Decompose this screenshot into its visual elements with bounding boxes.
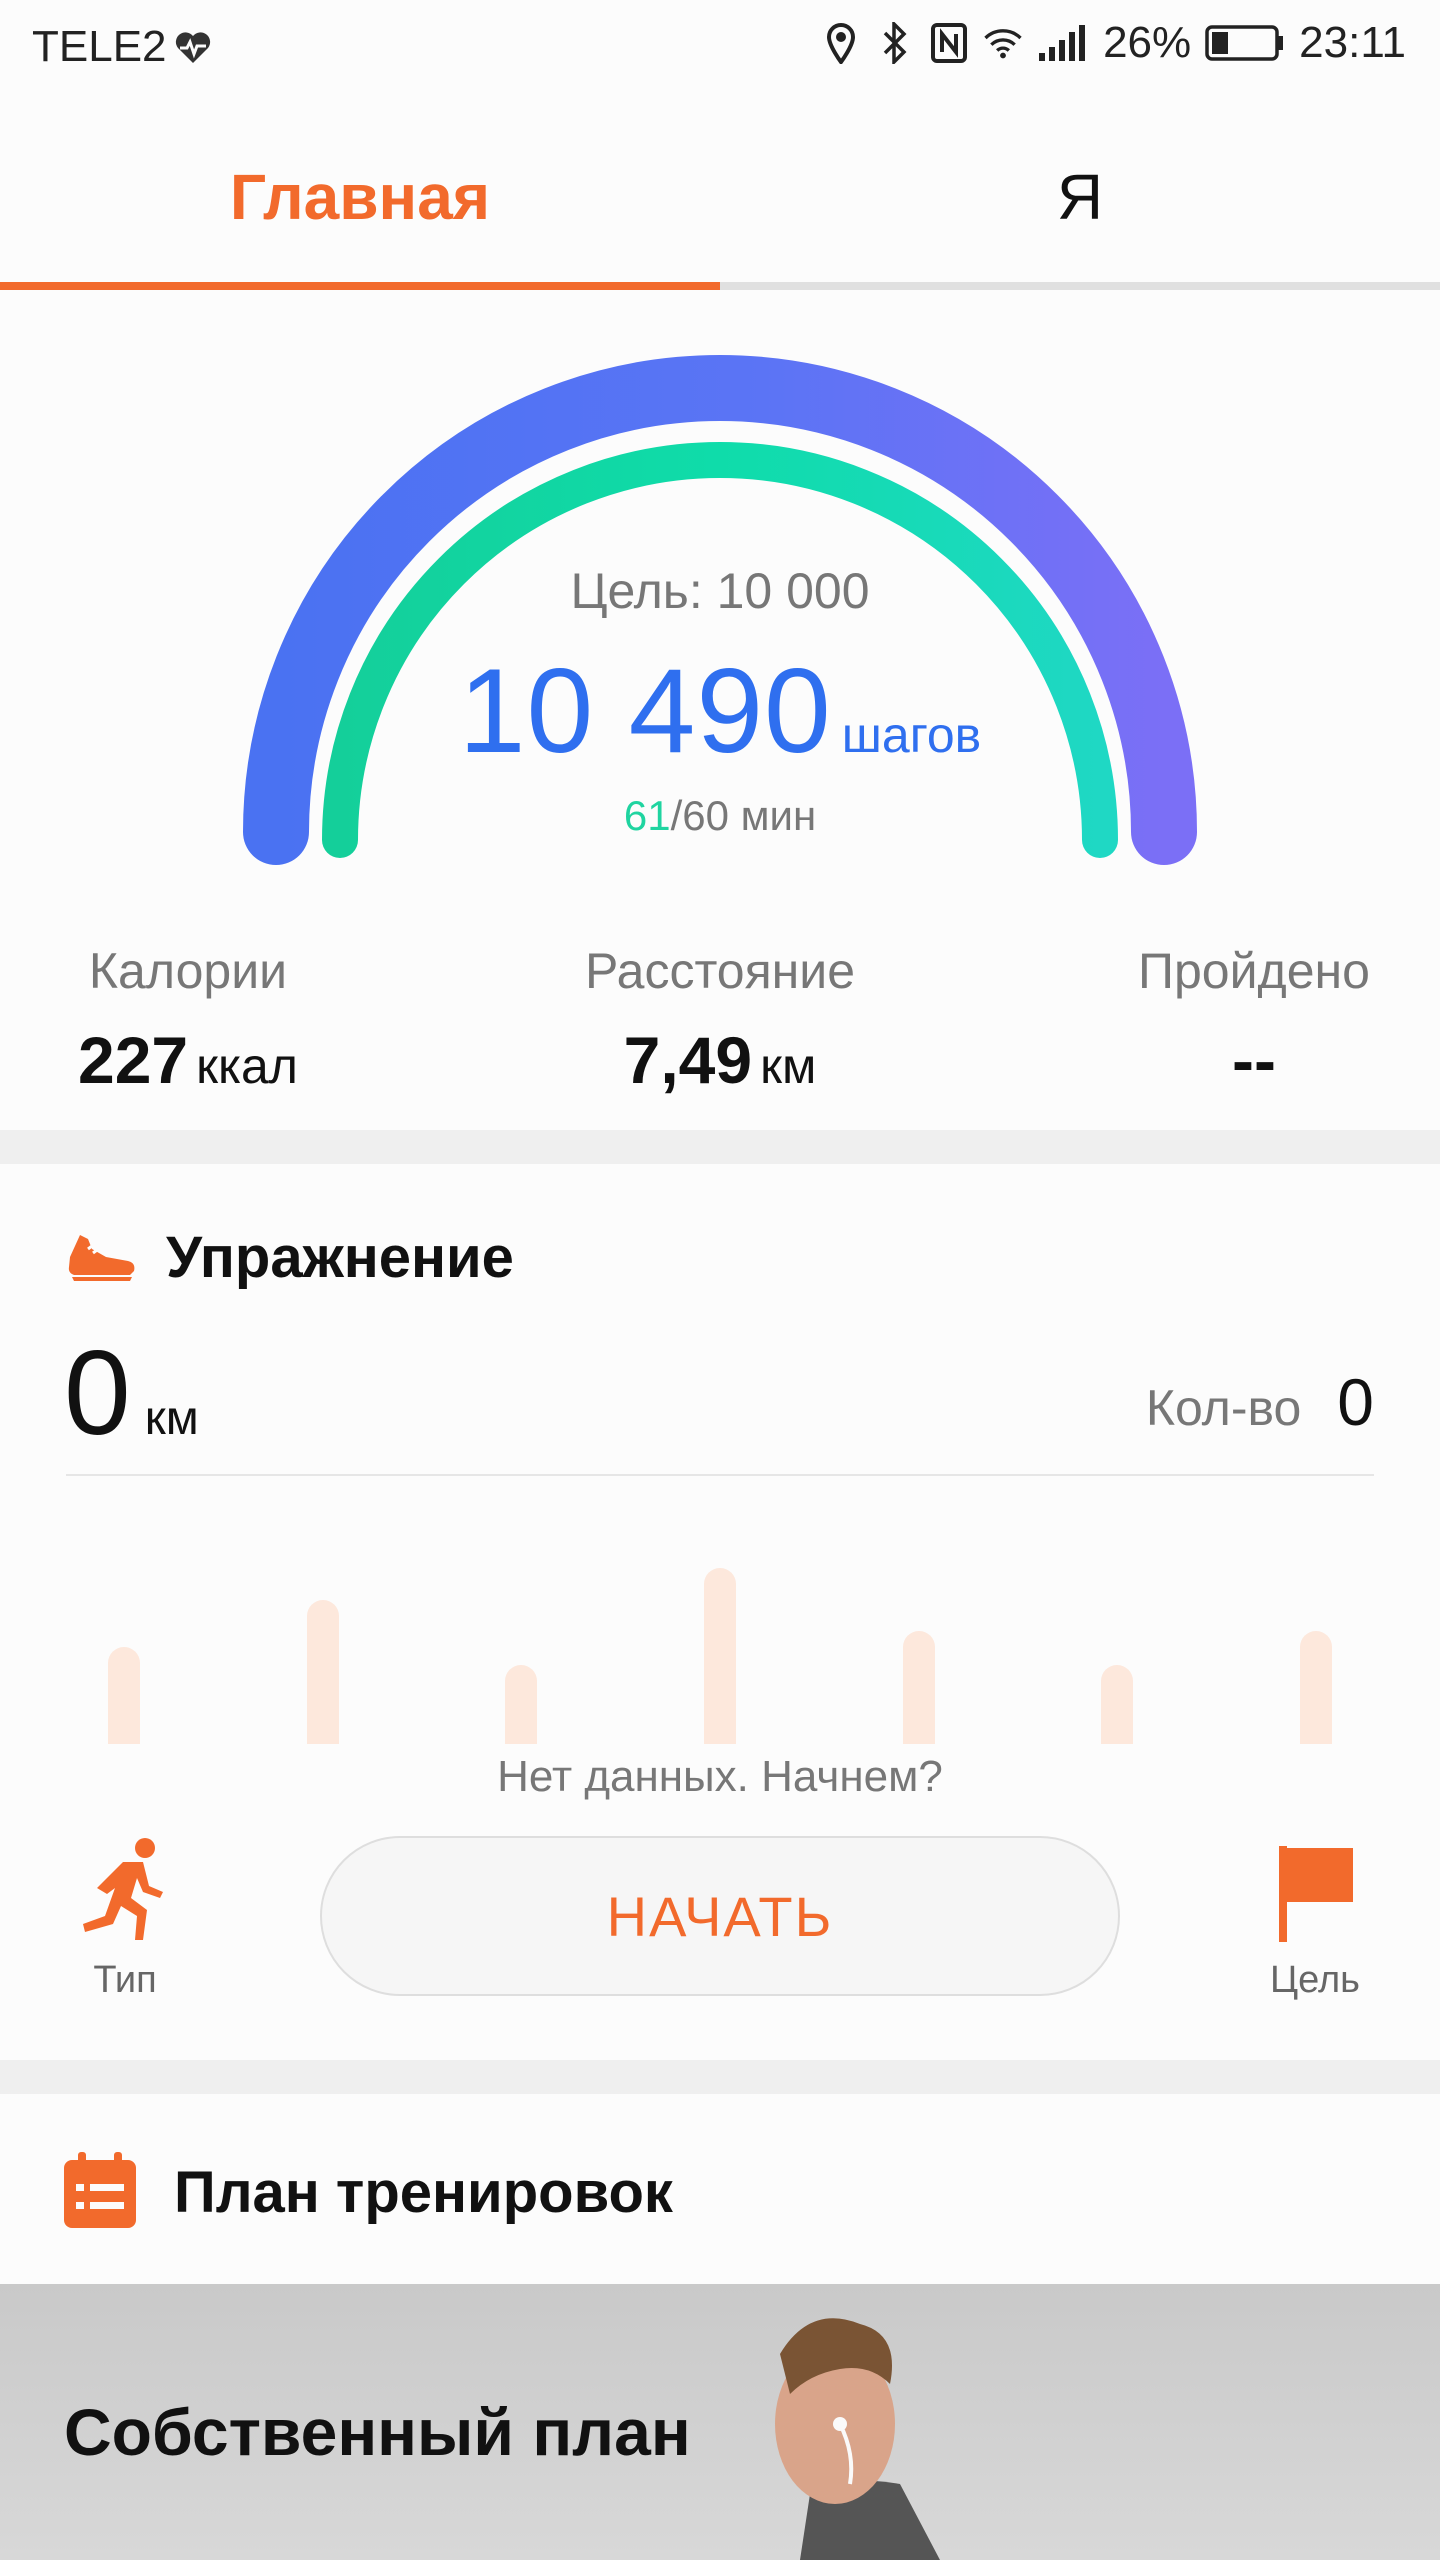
bluetooth-icon [875,20,915,66]
carrier-name: TELE2 [32,22,167,71]
tab-bar: Главная Я [0,100,1440,292]
exercise-goal-button[interactable]: Цель [1250,1836,1380,2002]
tab-indicator [0,282,720,290]
active-minutes-goal: /60 мин [670,792,817,839]
exercise-count-label: Кол-во [1145,1380,1302,1436]
steps-card[interactable]: Цель: 10 000 10 490 шагов 61/60 мин Калор… [0,292,1440,1130]
placeholder-bar [1101,1665,1133,1744]
exercise-header[interactable]: Упражнение [66,1224,514,1291]
calendar-icon [62,2150,138,2235]
training-plan-header: План тренировок [62,2150,673,2235]
custom-plan-banner[interactable]: Собственный план [0,2284,1440,2560]
stat-label: Калории [88,943,288,999]
stat-value: 7,49 км [520,1022,920,1098]
location-icon [821,20,861,66]
distance-value: 7,49 [623,1023,753,1097]
exercise-type-label: Тип [93,1959,157,2001]
stat-value: 227 ккал [0,1022,388,1098]
training-plan-card[interactable]: План тренировок [0,2094,1440,2284]
runner-photo [775,2318,940,2560]
steps-count: 10 490 шагов [0,642,1440,780]
tab-me[interactable]: Я [720,160,1440,234]
section-divider [0,2060,1440,2094]
steps-unit: шагов [841,707,982,763]
stat-climbed: Пройдено -- [1054,942,1440,1098]
stat-label: Расстояние [584,943,856,999]
placeholder-bar [1300,1631,1332,1744]
stat-value: -- [1054,1022,1440,1098]
carrier: TELE2 [32,22,213,72]
flag-icon [1265,1846,1365,1950]
stat-label: Пройдено [1138,943,1370,999]
exercise-distance-unit: км [144,1392,199,1445]
signal-icon [1037,20,1089,66]
exercise-goal-label: Цель [1270,1959,1360,2001]
exercise-count: Кол-во 0 [1146,1364,1374,1440]
wifi-icon [983,20,1023,66]
nfc-icon [929,20,969,66]
battery-percent: 26% [1103,18,1192,67]
stat-distance: Расстояние 7,49 км [520,942,920,1098]
no-data-text: Нет данных. Начнем? [497,1752,943,1801]
divider [66,1474,1374,1476]
section-divider [0,1130,1440,1164]
battery-icon [1205,20,1285,66]
custom-plan-title: Собственный план [64,2395,691,2469]
placeholder-bar [704,1568,736,1744]
exercise-count-value: 0 [1337,1365,1374,1439]
active-minutes: 61/60 мин [0,792,1440,840]
exercise-title: Упражнение [166,1225,514,1290]
calories-value: 227 [78,1023,189,1097]
steps-value: 10 490 [458,644,832,778]
active-minutes-current: 61 [623,792,671,839]
start-button[interactable]: НАЧАТЬ [320,1836,1120,1996]
placeholder-bar-chart [0,1484,1440,1744]
running-man-icon [75,1838,175,1950]
distance-unit: км [760,1038,817,1094]
exercise-distance-value: 0 [64,1326,131,1460]
exercise-card: Упражнение 0 км Кол-во 0 Нет данных. Нач… [0,1164,1440,2060]
steps-goal: Цель: 10 000 [570,563,870,619]
exercise-type-button[interactable]: Тип [60,1836,190,2002]
exercise-distance: 0 км [64,1324,199,1462]
training-plan-title: План тренировок [174,2160,673,2225]
status-bar: TELE2 26% 23:11 [0,0,1440,100]
placeholder-bar [505,1665,537,1744]
placeholder-bar [903,1631,935,1744]
calories-unit: ккал [196,1038,298,1094]
tab-home[interactable]: Главная [0,160,720,234]
sneaker-icon [66,1227,138,1288]
placeholder-bar [307,1600,339,1744]
climbed-value: -- [1232,1023,1276,1097]
clock: 23:11 [1299,18,1406,67]
status-icons: 26% 23:11 [821,18,1406,68]
heart-pulse-icon [173,24,213,70]
stat-calories: Калории 227 ккал [0,942,388,1098]
placeholder-bar [108,1647,140,1744]
